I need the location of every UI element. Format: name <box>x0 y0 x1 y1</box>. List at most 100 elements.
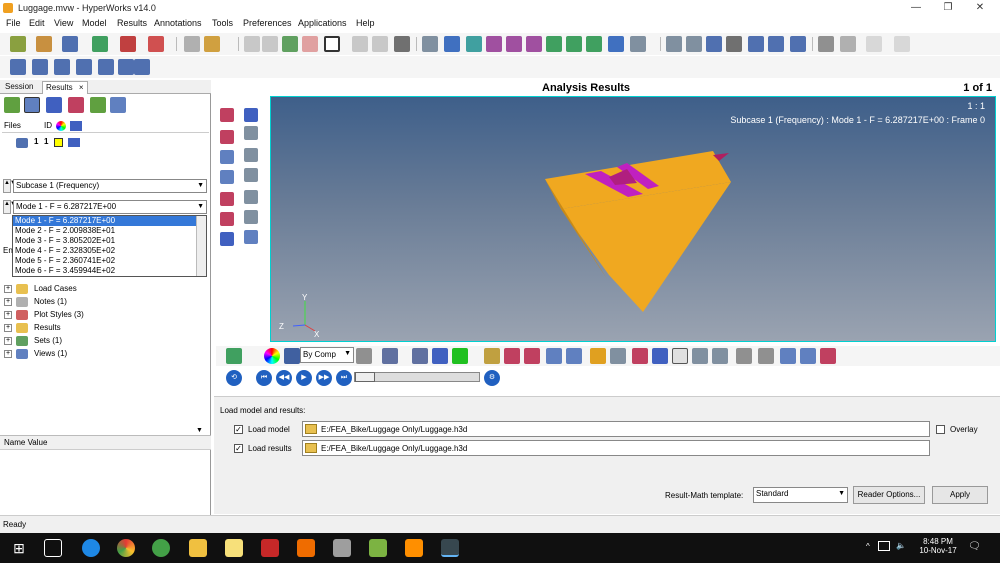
menu-applications[interactable]: Applications <box>298 18 347 28</box>
mode-option[interactable]: Mode 3 - F = 3.805202E+01 <box>13 236 206 246</box>
mode-option[interactable]: Mode 5 - F = 2.360741E+02 <box>13 256 206 266</box>
show-icon[interactable] <box>244 126 258 140</box>
tree-item-views[interactable]: + Views (1) <box>4 348 204 361</box>
tab-close-icon[interactable]: × <box>79 83 84 92</box>
browser-tool-icon[interactable] <box>24 97 40 113</box>
measure-icon[interactable] <box>220 212 234 226</box>
chart-app-icon[interactable] <box>369 539 387 557</box>
section-icon[interactable] <box>546 348 562 364</box>
browser-tool-icon[interactable] <box>90 97 106 113</box>
mode-spinner[interactable]: ▲▼ <box>3 200 16 214</box>
entity-attributes-icon[interactable] <box>284 348 300 364</box>
iso-view-icon[interactable] <box>466 36 482 52</box>
measure-tool-icon[interactable] <box>712 348 728 364</box>
color-by-select[interactable]: By Comp ▼ <box>300 347 354 363</box>
last-frame-icon[interactable]: ⏭ <box>336 370 352 386</box>
load-results-checkbox[interactable]: ✓ <box>234 444 243 453</box>
window-layout-icon[interactable] <box>352 36 368 52</box>
view-zx-icon[interactable] <box>526 36 542 52</box>
minimize-button[interactable]: — <box>898 0 934 16</box>
undo-icon[interactable] <box>244 36 260 52</box>
layout-icon[interactable] <box>324 36 340 52</box>
menu-view[interactable]: View <box>54 18 73 28</box>
add-icon[interactable] <box>452 348 468 364</box>
load-results-icon[interactable] <box>32 59 48 75</box>
menu-edit[interactable]: Edit <box>29 18 45 28</box>
vector-icon[interactable] <box>220 150 234 164</box>
reverse-icon[interactable] <box>244 190 258 204</box>
query-icon[interactable] <box>590 348 606 364</box>
hotspot-icon[interactable] <box>632 348 648 364</box>
browser-tool-icon[interactable] <box>4 97 20 113</box>
view-left-icon[interactable] <box>546 36 562 52</box>
tree-item-load-cases[interactable]: + Load Cases <box>4 283 204 296</box>
expand-icon[interactable]: + <box>4 298 12 306</box>
vector-plot-icon[interactable] <box>504 348 520 364</box>
move-icon[interactable] <box>748 36 764 52</box>
task-view-icon[interactable] <box>44 539 62 557</box>
browser-tool-icon[interactable] <box>110 97 126 113</box>
animation-mode-icon[interactable]: ⟲ <box>226 370 242 386</box>
graphics-viewport[interactable]: 1 : 1 Subcase 1 (Frequency) : Mode 1 - F… <box>270 96 996 342</box>
mode-list[interactable]: Mode 1 - F = 6.287217E+00 Mode 2 - F = 2… <box>12 215 207 277</box>
tab-results[interactable]: Results × <box>42 81 88 94</box>
streamline-icon[interactable] <box>652 348 668 364</box>
sticky-notes-icon[interactable] <box>225 539 243 557</box>
load-model-path-input[interactable]: E:/FEA_Bike/Luggage Only/Luggage.h3d <box>302 421 930 437</box>
tree-item-plot-styles[interactable]: + Plot Styles (3) <box>4 309 204 322</box>
load-model-checkbox[interactable]: ✓ <box>234 425 243 434</box>
browser-tool-icon[interactable] <box>68 97 84 113</box>
reader-options-button[interactable]: Reader Options... <box>853 486 925 504</box>
menu-annotations[interactable]: Annotations <box>154 18 202 28</box>
expand-window-icon[interactable] <box>372 36 388 52</box>
clock[interactable]: 8:48 PM 10-Nov-17 <box>918 537 958 555</box>
menu-tools[interactable]: Tools <box>212 18 233 28</box>
expand-icon[interactable]: + <box>4 350 12 358</box>
tree-item-results[interactable]: + Results <box>4 322 204 335</box>
legend-icon[interactable] <box>226 348 242 364</box>
copy-icon[interactable] <box>840 36 856 52</box>
frame-slider[interactable] <box>354 372 480 382</box>
save-model-icon[interactable] <box>54 59 70 75</box>
folder-icon[interactable] <box>305 424 317 434</box>
pan-icon[interactable] <box>726 36 742 52</box>
view-xy-icon[interactable] <box>486 36 502 52</box>
contour-icon[interactable] <box>220 108 234 122</box>
file-row[interactable]: 1 1 <box>2 136 209 150</box>
view-right-icon[interactable] <box>566 36 582 52</box>
mask-icon[interactable] <box>244 210 258 224</box>
template-icon[interactable] <box>98 59 114 75</box>
office-icon[interactable] <box>297 539 315 557</box>
rotate-icon[interactable] <box>608 36 624 52</box>
next-frame-icon[interactable]: ▶▶ <box>316 370 332 386</box>
torrent-icon[interactable] <box>152 539 170 557</box>
tree-item-sets[interactable]: + Sets (1) <box>4 335 204 348</box>
isolate-icon[interactable] <box>244 168 258 182</box>
monitor-icon[interactable] <box>220 232 234 246</box>
view-bottom-icon[interactable] <box>586 36 602 52</box>
iso-value-icon[interactable] <box>220 192 234 206</box>
view-yz-icon[interactable] <box>506 36 522 52</box>
mode-option[interactable]: Mode 6 - F = 3.459944E+02 <box>13 266 206 276</box>
maximize-button[interactable]: ❐ <box>930 0 966 16</box>
file-visibility-icon[interactable] <box>68 138 80 147</box>
expand-icon[interactable]: + <box>4 285 12 293</box>
fit-model-icon[interactable] <box>790 36 806 52</box>
solidworks-icon[interactable] <box>261 539 279 557</box>
tab-session[interactable]: Session <box>2 81 36 94</box>
snapshot-icon[interactable] <box>184 36 200 52</box>
mode-option[interactable]: Mode 2 - F = 2.009838E+01 <box>13 226 206 236</box>
add-page-icon[interactable] <box>282 36 298 52</box>
export-icon[interactable] <box>120 36 136 52</box>
load-results-path-input[interactable]: E:/FEA_Bike/Luggage Only/Luggage.h3d <box>302 440 930 456</box>
ppt-export-icon[interactable] <box>148 36 164 52</box>
redo-icon[interactable] <box>262 36 278 52</box>
zoom-out-icon[interactable] <box>686 36 702 52</box>
frame-slider-thumb[interactable] <box>355 372 375 382</box>
file-explorer-icon[interactable] <box>189 539 207 557</box>
network-icon[interactable] <box>878 541 890 551</box>
synchronize-icon[interactable] <box>394 36 410 52</box>
save-icon[interactable] <box>62 36 78 52</box>
fit-icon[interactable] <box>630 36 646 52</box>
file-color-swatch[interactable] <box>54 138 63 147</box>
